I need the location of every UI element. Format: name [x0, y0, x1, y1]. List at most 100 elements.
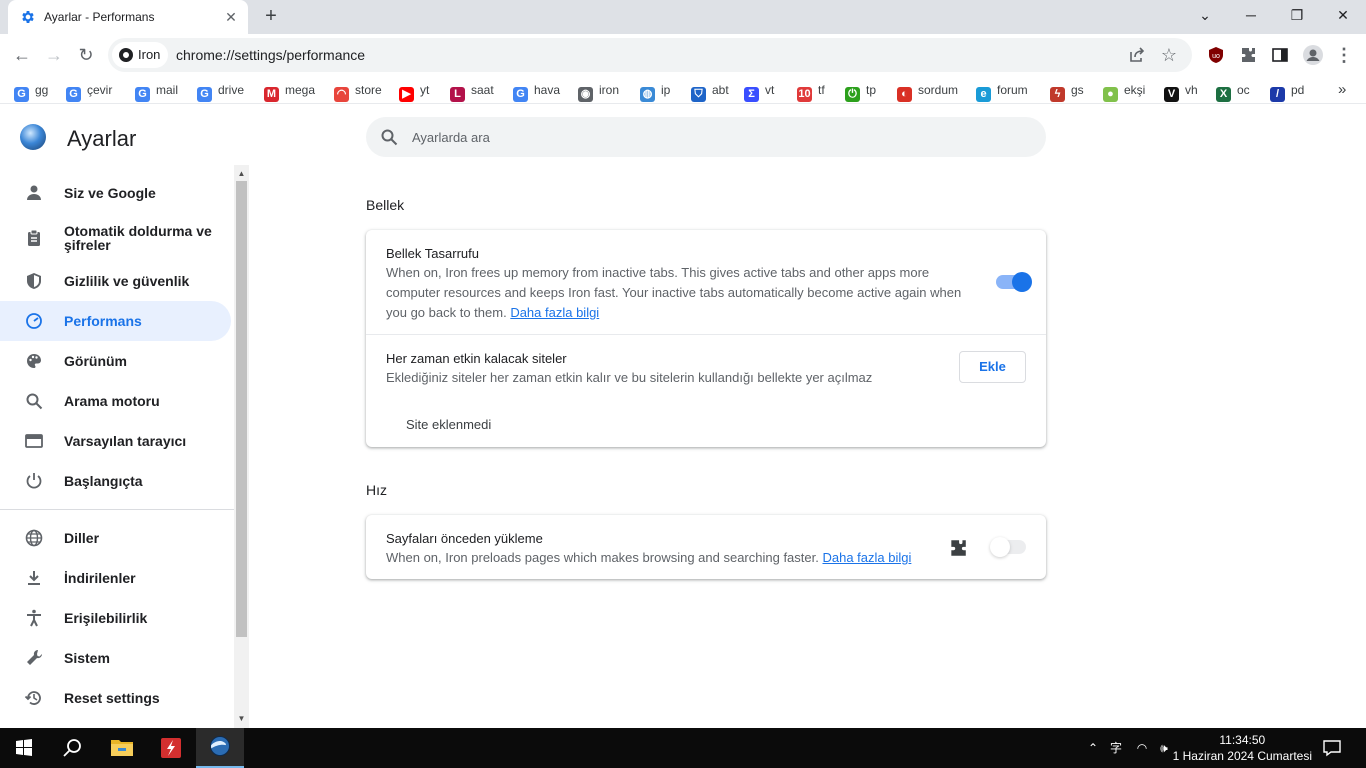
sidebar-item-shield[interactable]: Gizlilik ve güvenlik — [0, 261, 231, 301]
sidebar-item-wrench[interactable]: Sistem — [0, 638, 231, 678]
back-button[interactable]: ← — [8, 41, 36, 69]
share-icon[interactable] — [1128, 46, 1146, 64]
new-tab-button[interactable]: + — [260, 6, 282, 28]
windows-start-icon[interactable] — [0, 728, 48, 768]
scroll-up-arrow-icon[interactable]: ▲ — [237, 169, 246, 178]
bookmark-çevir[interactable]: Gçevir — [66, 81, 112, 102]
preload-learn-more-link[interactable]: Daha fazla bilgi — [822, 550, 911, 565]
settings-search-input[interactable] — [412, 127, 1012, 147]
bookmark-ekşi[interactable]: ● ekşi — [1103, 81, 1145, 102]
bookmark-favicon-icon: V — [1164, 87, 1179, 102]
sidebar-item-clipboard[interactable]: Otomatik doldurma ve şifreler — [0, 218, 231, 258]
restore-button[interactable]: ❐ — [1274, 0, 1320, 30]
bookmark-iron[interactable]: ◉ iron — [578, 81, 619, 102]
bookmark-gg[interactable]: Ggg — [14, 81, 48, 102]
settings-search[interactable] — [366, 117, 1046, 157]
forward-button[interactable]: → — [40, 41, 68, 69]
notification-center-icon[interactable] — [1322, 739, 1342, 757]
memory-saver-learn-more-link[interactable]: Daha fazla bilgi — [510, 305, 599, 320]
bookmark-label: mail — [156, 83, 179, 97]
speed-card: Sayfaları önceden yükleme When on, Iron … — [366, 515, 1046, 579]
bookmark-tf[interactable]: 10 tf — [797, 81, 825, 102]
sidebar-item-globe[interactable]: Diller — [0, 518, 231, 558]
scroll-down-arrow-icon[interactable]: ▼ — [237, 714, 246, 723]
bookmark-label: drive — [218, 83, 245, 97]
bookmark-hava[interactable]: Ghava — [513, 81, 560, 102]
bookmark-favicon-icon: e — [976, 87, 991, 102]
bookmark-tp[interactable]: ⏻ tp — [845, 81, 876, 102]
active-tab[interactable]: Ayarlar - Performans ✕ — [8, 0, 248, 34]
bookmark-favicon-icon: G — [513, 87, 528, 102]
taskbar-clock[interactable]: 11:34:50 1 Haziran 2024 Cumartesi — [1173, 732, 1312, 764]
bookmarks-overflow-button[interactable]: » — [1338, 81, 1346, 99]
address-bar[interactable]: Iron chrome://settings/performance ☆ — [108, 38, 1192, 72]
sidebar-item-power[interactable]: Başlangıçta — [0, 461, 231, 501]
side-panel-icon[interactable] — [1271, 46, 1289, 64]
preload-pages-toggle[interactable] — [990, 537, 1026, 557]
tab-search-button[interactable]: ⌄ — [1182, 0, 1228, 30]
bookmark-label: yt — [420, 83, 430, 97]
sidebar-item-speedometer[interactable]: Performans — [0, 301, 231, 341]
bookmark-mega[interactable]: Mmega — [264, 81, 315, 102]
add-site-button[interactable]: Ekle — [959, 351, 1026, 383]
flash-app-icon[interactable] — [147, 728, 195, 768]
bookmark-gs[interactable]: ϟ gs — [1050, 81, 1084, 102]
bookmark-store[interactable]: ◠ store — [334, 81, 382, 102]
bookmark-mail[interactable]: Gmail — [135, 81, 179, 102]
bookmark-ip[interactable]: ◍ ip — [640, 81, 671, 102]
sidebar-item-label: Siz ve Google — [64, 185, 156, 201]
bookmark-abt[interactable]: ⛉ abt — [691, 81, 729, 102]
tray-expand-icon[interactable]: ⌃ — [1085, 740, 1101, 756]
bookmark-yt[interactable]: ▶ yt — [399, 81, 430, 102]
bookmark-forum[interactable]: e forum — [976, 81, 1028, 102]
ublock-extension-icon[interactable]: uo — [1207, 46, 1225, 64]
memory-saver-toggle[interactable] — [996, 272, 1032, 292]
bookmark-favicon-icon: ⏻ — [845, 87, 860, 102]
sidebar-item-search[interactable]: Arama motoru — [0, 381, 231, 421]
site-info-chip[interactable]: Iron — [112, 42, 169, 68]
bookmark-label: ip — [661, 83, 671, 97]
bookmark-pd[interactable]: / pd — [1270, 81, 1304, 102]
tab-close-icon[interactable]: ✕ — [222, 8, 240, 26]
sidebar-item-history[interactable]: Reset settings — [0, 678, 231, 718]
wrench-icon — [27, 649, 43, 665]
bookmark-label: vt — [765, 83, 775, 97]
memory-section-title: Bellek — [366, 197, 405, 213]
scrollbar-thumb[interactable] — [236, 181, 247, 637]
url-text[interactable]: chrome://settings/performance — [176, 47, 365, 63]
sidebar-item-accessibility[interactable]: Erişilebilirlik — [0, 598, 231, 638]
bookmark-sordum[interactable]: ◐ sordum — [897, 81, 958, 102]
close-window-button[interactable]: ✕ — [1320, 0, 1366, 30]
sidebar-item-download[interactable]: İndirilenler — [0, 558, 231, 598]
bookmark-vt[interactable]: Σvt — [744, 81, 775, 102]
card-divider — [366, 334, 1046, 335]
extension-controlled-icon[interactable] — [948, 538, 968, 558]
sidebar-item-label: Reset settings — [64, 690, 160, 706]
sidebar-item-person[interactable]: Siz ve Google — [0, 173, 231, 213]
sidebar-item-palette[interactable]: Görünüm — [0, 341, 231, 381]
download-icon — [28, 571, 40, 585]
iron-browser-taskbar-icon[interactable] — [196, 728, 244, 768]
file-explorer-icon[interactable] — [98, 728, 146, 768]
input-method-icon[interactable]: 字 — [1108, 740, 1124, 756]
power-icon — [26, 473, 42, 489]
browser-menu-icon[interactable]: ⋮ — [1335, 46, 1353, 64]
bookmark-favicon-icon: M — [264, 87, 279, 102]
extensions-puzzle-icon[interactable] — [1239, 46, 1257, 64]
sidebar-item-browser[interactable]: Varsayılan tarayıcı — [0, 421, 231, 461]
settings-title: Ayarlar — [67, 126, 137, 151]
bookmark-oc[interactable]: Xoc — [1216, 81, 1250, 102]
profile-avatar-icon[interactable] — [1303, 45, 1323, 65]
sidebar-scrollbar[interactable]: ▲ ▼ — [234, 165, 249, 728]
bookmark-saat[interactable]: Lsaat — [450, 81, 494, 102]
volume-icon[interactable]: 🕪 — [1156, 740, 1172, 756]
taskbar-search-icon[interactable] — [48, 728, 96, 768]
bookmark-vh[interactable]: Vvh — [1164, 81, 1198, 102]
reload-button[interactable]: ↻ — [72, 41, 100, 69]
bookmark-star-icon[interactable]: ☆ — [1160, 46, 1178, 64]
sidebar-item-label: Otomatik doldurma ve şifreler — [64, 223, 212, 253]
bookmark-favicon-icon: / — [1270, 87, 1285, 102]
bookmark-drive[interactable]: Gdrive — [197, 81, 245, 102]
network-icon[interactable]: ◠ — [1134, 740, 1150, 756]
minimize-button[interactable]: ─ — [1228, 0, 1274, 30]
